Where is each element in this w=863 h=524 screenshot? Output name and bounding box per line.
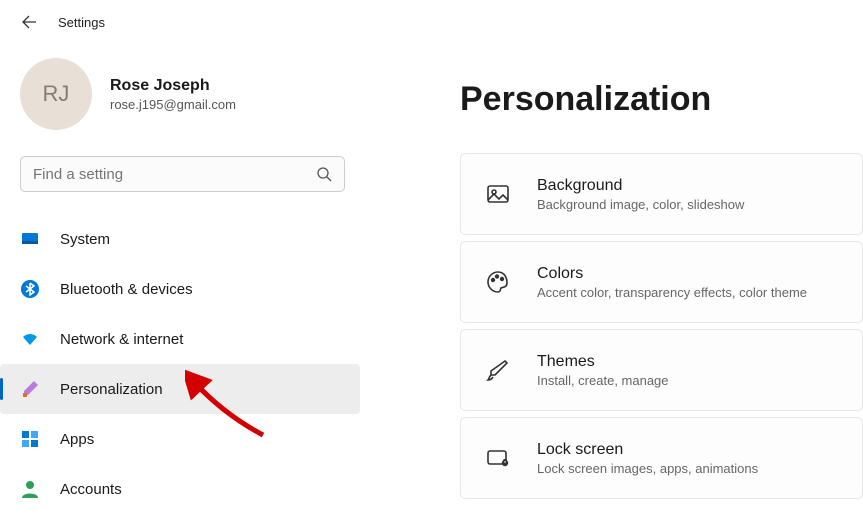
- card-colors[interactable]: Colors Accent color, transparency effect…: [460, 241, 863, 323]
- person-icon: [20, 479, 40, 499]
- sidebar-item-apps[interactable]: Apps: [0, 414, 360, 464]
- card-subtitle: Accent color, transparency effects, colo…: [537, 285, 807, 300]
- bluetooth-icon: [20, 279, 40, 299]
- nav-list: System Bluetooth & devices Network & int…: [0, 214, 360, 514]
- sidebar-item-network[interactable]: Network & internet: [0, 314, 360, 364]
- sidebar-item-label: Bluetooth & devices: [60, 281, 193, 298]
- search-icon: [316, 166, 332, 182]
- page-title: Personalization: [460, 80, 863, 119]
- card-themes[interactable]: Themes Install, create, manage: [460, 329, 863, 411]
- sidebar-item-system[interactable]: System: [0, 214, 360, 264]
- profile-block[interactable]: RJ Rose Joseph rose.j195@gmail.com: [20, 58, 360, 130]
- brush-icon: [485, 357, 511, 383]
- card-title: Lock screen: [537, 441, 758, 459]
- card-subtitle: Background image, color, slideshow: [537, 197, 744, 212]
- sidebar-item-label: Accounts: [60, 481, 122, 498]
- lockscreen-icon: [485, 445, 511, 471]
- profile-name: Rose Joseph: [110, 77, 236, 95]
- system-icon: [20, 229, 40, 249]
- apps-icon: [20, 429, 40, 449]
- paintbrush-icon: [20, 379, 40, 399]
- sidebar-item-label: Network & internet: [60, 331, 183, 348]
- wifi-icon: [20, 329, 40, 349]
- sidebar-item-label: Apps: [60, 431, 94, 448]
- search-input[interactable]: [20, 156, 345, 192]
- palette-icon: [485, 269, 511, 295]
- back-button[interactable]: [20, 13, 38, 31]
- settings-cards: Background Background image, color, slid…: [460, 153, 863, 499]
- card-subtitle: Lock screen images, apps, animations: [537, 461, 758, 476]
- card-lockscreen[interactable]: Lock screen Lock screen images, apps, an…: [460, 417, 863, 499]
- sidebar-item-bluetooth[interactable]: Bluetooth & devices: [0, 264, 360, 314]
- card-title: Themes: [537, 353, 669, 371]
- card-subtitle: Install, create, manage: [537, 373, 669, 388]
- sidebar-item-accounts[interactable]: Accounts: [0, 464, 360, 514]
- card-background[interactable]: Background Background image, color, slid…: [460, 153, 863, 235]
- sidebar-item-personalization[interactable]: Personalization: [0, 364, 360, 414]
- profile-email: rose.j195@gmail.com: [110, 97, 236, 112]
- app-title: Settings: [58, 15, 105, 30]
- search-field[interactable]: [33, 166, 316, 183]
- sidebar-item-label: System: [60, 231, 110, 248]
- card-title: Background: [537, 177, 744, 195]
- card-title: Colors: [537, 265, 807, 283]
- avatar: RJ: [20, 58, 92, 130]
- image-icon: [485, 181, 511, 207]
- sidebar-item-label: Personalization: [60, 381, 163, 398]
